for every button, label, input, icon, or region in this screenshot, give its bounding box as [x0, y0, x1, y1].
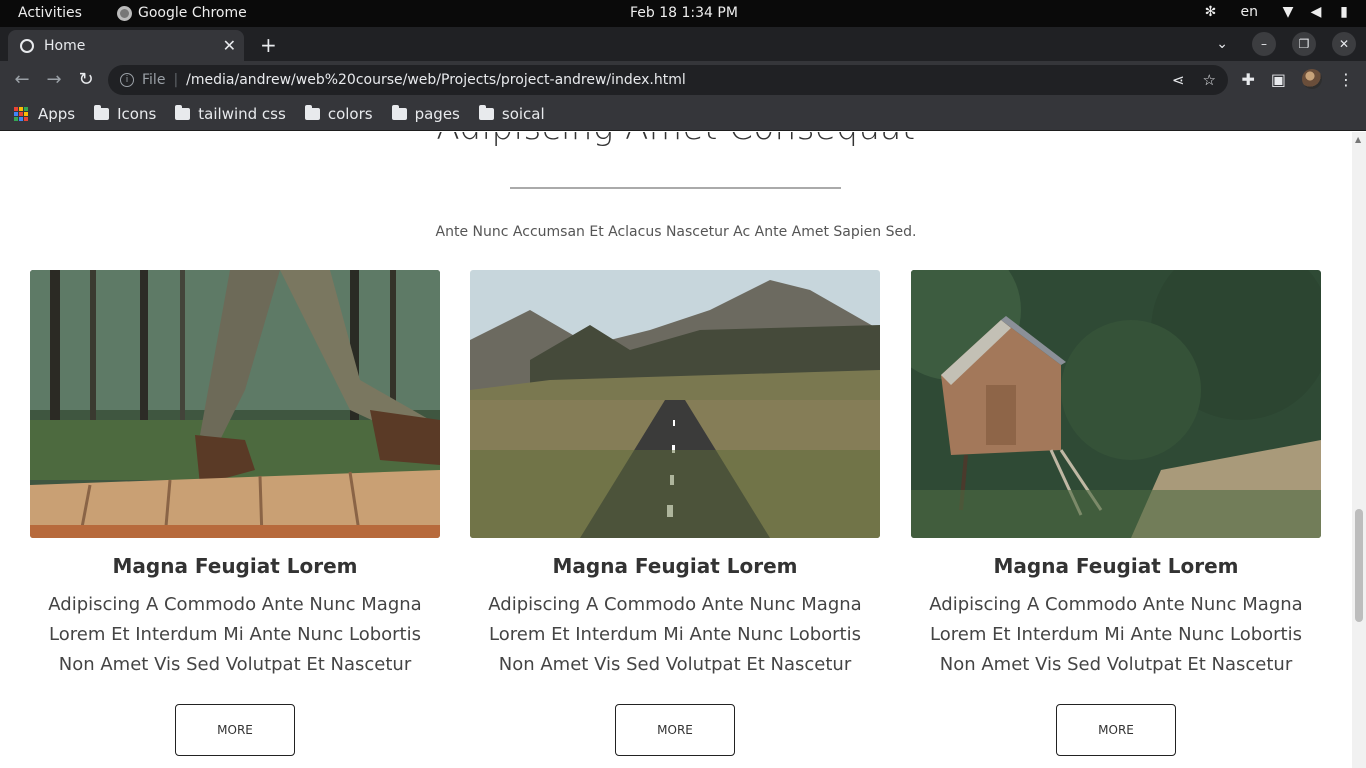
feature-card: Magna Feugiat Lorem Adipiscing A Commodo…	[911, 270, 1321, 756]
card-image-road	[470, 270, 880, 538]
bookmark-label: colors	[327, 105, 373, 123]
app-menu[interactable]: Google Chrome	[117, 5, 247, 21]
bookmarks-bar: Apps Icons tailwind css colors pages soi…	[0, 98, 1366, 131]
card-title: Magna Feugiat Lorem	[993, 554, 1239, 578]
bookmark-icons[interactable]: Icons	[94, 105, 156, 123]
feature-card: Magna Feugiat Lorem Adipiscing A Commodo…	[30, 270, 440, 756]
maximize-button[interactable]: ❐	[1292, 32, 1316, 56]
wifi-icon[interactable]: ▼	[1280, 4, 1296, 20]
clock[interactable]: Feb 18 1:34 PM	[630, 5, 738, 21]
folder-icon	[94, 105, 110, 120]
bookmark-label: soical	[501, 105, 545, 123]
more-button[interactable]: MORE	[1056, 704, 1176, 756]
bookmark-star-icon[interactable]: ☆	[1203, 71, 1216, 89]
bookmark-label: tailwind css	[198, 105, 286, 123]
card-description: Adipiscing A Commodo Ante Nunc Magna Lor…	[488, 594, 862, 675]
extensions-area: ✚ ▣ ⋮	[1241, 69, 1354, 89]
activities-button[interactable]: Activities	[18, 5, 82, 21]
card-title: Magna Feugiat Lorem	[552, 554, 798, 578]
apps-grid-icon	[14, 107, 28, 121]
card-description: Adipiscing A Commodo Ante Nunc Magna Lor…	[929, 594, 1303, 675]
side-panel-icon[interactable]: ▣	[1271, 70, 1286, 89]
close-window-button[interactable]: ✕	[1332, 32, 1356, 56]
folder-icon	[478, 105, 494, 120]
app-name: Google Chrome	[138, 5, 247, 21]
folder-icon	[175, 105, 191, 120]
page-viewport: Adipiscing Amet Consequat Ante Nunc Accu…	[0, 132, 1352, 768]
section-divider	[510, 187, 841, 189]
share-icon[interactable]: ⋖	[1172, 71, 1185, 89]
feature-card: Magna Feugiat Lorem Adipiscing A Commodo…	[470, 270, 880, 756]
extensions-icon[interactable]: ✚	[1241, 70, 1254, 89]
browser-toolbar: ← → ↻ i File | /media/andrew/web%20cours…	[0, 61, 1366, 98]
volume-icon[interactable]: ◀	[1308, 4, 1324, 20]
minimize-button[interactable]: –	[1252, 32, 1276, 56]
card-title: Magna Feugiat Lorem	[112, 554, 358, 578]
section-title: Adipiscing Amet Consequat	[0, 132, 1352, 148]
bookmark-tailwind-css[interactable]: tailwind css	[175, 105, 286, 123]
bookmark-label: Apps	[38, 105, 76, 123]
bookmark-soical[interactable]: soical	[478, 105, 545, 123]
bookmark-colors[interactable]: colors	[304, 105, 373, 123]
address-bar[interactable]: i File | /media/andrew/web%20course/web/…	[108, 65, 1228, 95]
globe-icon	[20, 38, 34, 53]
tab-title: Home	[44, 37, 86, 54]
menu-icon[interactable]: ⋮	[1338, 70, 1354, 89]
more-button[interactable]: MORE	[175, 704, 295, 756]
scrollbar-thumb[interactable]	[1355, 509, 1363, 622]
tab-search-icon[interactable]: ⌄	[1216, 36, 1228, 52]
window-controls: ⌄ – ❐ ✕	[1216, 32, 1356, 56]
url-scheme: File	[142, 72, 166, 88]
back-button[interactable]: ←	[12, 69, 32, 90]
chrome-icon	[117, 5, 132, 21]
url-text[interactable]: /media/andrew/web%20course/web/Projects/…	[186, 72, 686, 88]
omnibox-actions: ⋖ ☆	[1172, 71, 1216, 89]
forward-button[interactable]: →	[44, 69, 64, 90]
more-button[interactable]: MORE	[615, 704, 735, 756]
slack-icon[interactable]: ✻	[1203, 4, 1219, 20]
tab-close-icon[interactable]: ✕	[223, 36, 236, 55]
folder-icon	[391, 105, 407, 120]
reload-button[interactable]: ↻	[76, 69, 96, 90]
section-subtitle: Ante Nunc Accumsan Et Aclacus Nascetur A…	[435, 224, 917, 240]
tab-strip: Home ✕ + ⌄ – ❐ ✕	[0, 27, 1366, 61]
folder-icon	[304, 105, 320, 120]
profile-avatar[interactable]	[1302, 69, 1322, 89]
language-indicator[interactable]: en	[1241, 4, 1259, 20]
bookmark-pages[interactable]: pages	[391, 105, 460, 123]
scroll-up-icon[interactable]: ▲	[1355, 135, 1361, 144]
bookmark-label: pages	[414, 105, 460, 123]
info-icon[interactable]: i	[120, 73, 134, 87]
tab-home[interactable]: Home ✕	[8, 30, 244, 61]
bookmark-apps[interactable]: Apps	[14, 105, 75, 123]
card-description: Adipiscing A Commodo Ante Nunc Magna Lor…	[48, 594, 422, 675]
card-image-hiker	[30, 270, 440, 538]
url-separator: |	[173, 72, 179, 88]
system-top-bar: Activities Google Chrome Feb 18 1:34 PM …	[0, 0, 1366, 27]
system-tray[interactable]: ✻ en ▼ ◀ ▮	[1203, 4, 1353, 20]
card-image-hut	[911, 270, 1321, 538]
new-tab-button[interactable]: +	[260, 33, 277, 57]
page-scrollbar[interactable]: ▲	[1352, 132, 1366, 768]
bookmark-label: Icons	[117, 105, 157, 123]
battery-icon[interactable]: ▮	[1336, 4, 1352, 20]
